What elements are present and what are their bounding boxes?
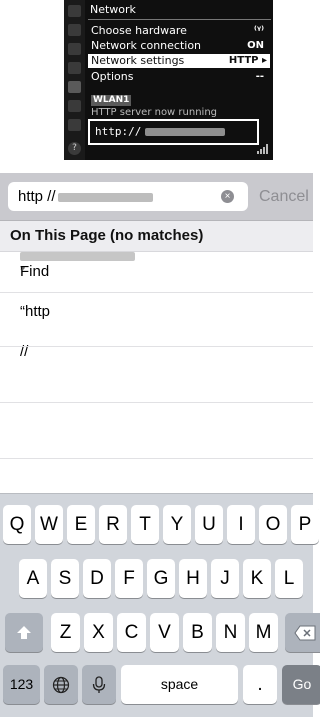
camera-menu-title: Network	[90, 3, 136, 16]
key-v[interactable]: V	[150, 613, 179, 652]
globe-key[interactable]	[44, 665, 78, 704]
key-w[interactable]: W	[35, 505, 63, 544]
section-header: On This Page (no matches)	[0, 221, 313, 252]
menu-item-label: Network connection	[91, 39, 202, 52]
key-r[interactable]: R	[99, 505, 127, 544]
find-result-row[interactable]: Find “http // ”	[0, 252, 313, 360]
find-suffix: ”	[20, 263, 25, 280]
camera-menu-screen: ? Network Choose hardware ⁽ᵞ⁾ Network co…	[64, 0, 273, 160]
menu-item-value: ON	[247, 40, 264, 51]
key-p[interactable]: P	[291, 505, 319, 544]
search-query: http //	[18, 182, 153, 211]
menu-item-value: HTTP ▸	[228, 55, 267, 66]
shooting-menu-icon[interactable]	[68, 24, 81, 36]
row-divider	[0, 346, 313, 347]
dictation-key[interactable]	[82, 665, 116, 704]
backspace-key[interactable]	[285, 613, 320, 652]
row-divider	[0, 292, 313, 293]
key-m[interactable]: M	[249, 613, 278, 652]
camera-sidebar: ?	[64, 0, 85, 160]
menu-item-options[interactable]: Options --	[88, 70, 270, 84]
my-menu-icon[interactable]	[68, 119, 81, 131]
movie-menu-icon[interactable]	[68, 43, 81, 55]
wireless-icon: ⁽ᵞ⁾	[253, 25, 264, 36]
key-x[interactable]: X	[84, 613, 113, 652]
menu-item-network-connection[interactable]: Network connection ON	[88, 39, 270, 53]
key-q[interactable]: Q	[3, 505, 31, 544]
menu-item-label: Options	[91, 70, 134, 83]
redacted-address	[57, 192, 153, 202]
section-header-label: On This Page (no matches)	[10, 227, 204, 244]
menu-item-value: --	[255, 71, 264, 82]
key-s[interactable]: S	[51, 559, 79, 598]
custom-settings-icon[interactable]	[68, 62, 81, 74]
menu-item-network-settings[interactable]: Network settings HTTP ▸	[88, 54, 270, 68]
key-k[interactable]: K	[243, 559, 271, 598]
key-o[interactable]: O	[259, 505, 287, 544]
go-key[interactable]: Go	[282, 665, 320, 704]
numbers-key[interactable]: 123	[3, 665, 40, 704]
key-c[interactable]: C	[117, 613, 146, 652]
key-e[interactable]: E	[67, 505, 95, 544]
key-u[interactable]: U	[195, 505, 223, 544]
cancel-button[interactable]: Cancel	[259, 173, 309, 220]
key-b[interactable]: B	[183, 613, 212, 652]
onscreen-keyboard: QWERTYUIOP ASDFGHJKL ZXCVBNM 123 space .…	[0, 493, 320, 717]
signal-strength-icon	[257, 144, 268, 154]
title-divider	[88, 19, 271, 20]
backspace-icon	[294, 625, 316, 641]
key-a[interactable]: A	[19, 559, 47, 598]
shift-icon	[17, 625, 31, 639]
menu-item-label: Choose hardware	[91, 24, 187, 37]
find-search-bar: http // × Cancel	[0, 173, 313, 221]
key-j[interactable]: J	[211, 559, 239, 598]
search-prefix: http //	[18, 188, 56, 205]
key-z[interactable]: Z	[51, 613, 80, 652]
menu-item-label: Network settings	[91, 54, 185, 67]
setup-menu-icon[interactable]	[68, 81, 81, 93]
search-input[interactable]: http // ×	[8, 182, 248, 211]
microphone-icon	[92, 676, 106, 693]
help-icon[interactable]: ?	[68, 142, 81, 155]
clear-icon[interactable]: ×	[221, 190, 234, 203]
redacted-address	[20, 252, 135, 261]
menu-item-choose-hardware[interactable]: Choose hardware ⁽ᵞ⁾	[88, 24, 270, 38]
key-n[interactable]: N	[216, 613, 245, 652]
url-prefix: http://	[95, 125, 142, 138]
server-status-text: HTTP server now running	[91, 107, 218, 117]
row-divider	[0, 458, 313, 459]
key-i[interactable]: I	[227, 505, 255, 544]
period-key[interactable]: .	[243, 665, 277, 704]
key-y[interactable]: Y	[163, 505, 191, 544]
key-g[interactable]: G	[147, 559, 175, 598]
redacted-address	[145, 128, 226, 136]
camera-url-display: http://	[88, 119, 259, 145]
globe-icon	[52, 676, 70, 694]
retouch-menu-icon[interactable]	[68, 100, 81, 112]
key-t[interactable]: T	[131, 505, 159, 544]
key-l[interactable]: L	[275, 559, 303, 598]
key-f[interactable]: F	[115, 559, 143, 598]
playback-menu-icon[interactable]	[68, 5, 81, 17]
space-key[interactable]: space	[121, 665, 238, 704]
shift-key[interactable]	[5, 613, 43, 652]
key-h[interactable]: H	[179, 559, 207, 598]
wlan-badge: WLAN1	[91, 95, 132, 106]
key-d[interactable]: D	[83, 559, 111, 598]
row-divider	[0, 402, 313, 403]
